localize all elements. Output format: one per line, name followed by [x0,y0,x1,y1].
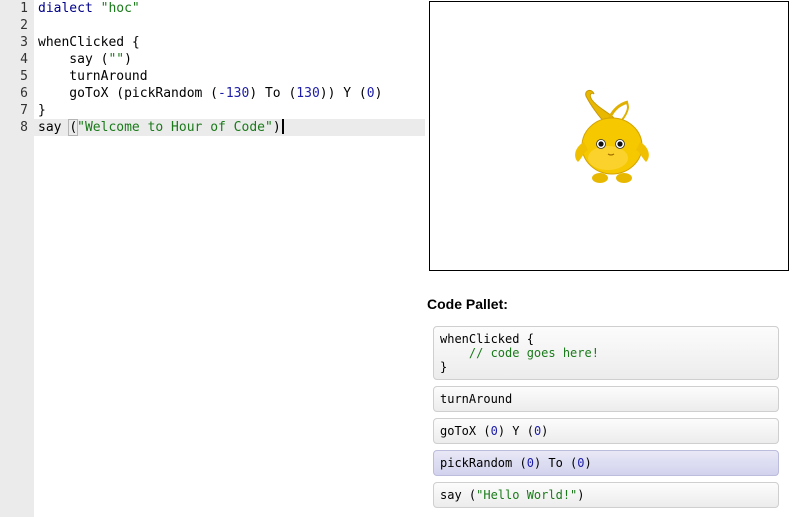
code-token: turnAround [440,392,513,406]
code-line[interactable]: 2 [0,17,425,34]
code-line-text[interactable]: } [38,102,46,119]
line-number: 7 [20,103,28,118]
pallet-code-line: pickRandom (0) To (0) [440,456,772,470]
code-token: 0 [577,456,585,470]
line-number: 4 [20,52,28,67]
pallet-code-line: goToX (0) Y (0) [440,424,772,438]
pallet-code-line: whenClicked { [440,332,772,346]
line-number: 5 [20,69,28,84]
code-line-text[interactable]: dialect "hoc" [38,0,140,17]
code-token: pickRandom ( [440,456,527,470]
code-line[interactable]: 4 say ("") [0,51,425,68]
code-token: goToX ( [440,424,491,438]
line-number: 3 [20,35,28,50]
pallet-block-whenclicked[interactable]: whenClicked { // code goes here!} [433,326,779,380]
code-token: goToX (pickRandom ( [38,86,219,101]
code-token: 0 [490,424,498,438]
line-number: 1 [20,1,28,16]
code-token: )) Y ( [319,86,367,101]
code-lines[interactable]: 1 dialect "hoc" 2 3 whenClicked {4 say ("") 5… [0,0,425,136]
code-token: whenClicked { [38,35,140,50]
code-token: whenClicked { [440,332,534,346]
code-token: ) [577,488,585,502]
code-line[interactable]: 8 say ("Welcome to Hour of Code") [0,119,425,136]
code-line-text[interactable]: say ("Welcome to Hour of Code") [38,119,284,136]
code-token: // code goes here! [440,346,599,360]
code-pallet-title: Code Pallet: [427,296,508,312]
code-token: say ( [38,52,109,67]
code-line-text[interactable]: whenClicked { [38,34,140,51]
code-token: dialect [38,1,101,16]
line-number: 8 [20,120,28,135]
code-token: ) [124,52,132,67]
code-line-text[interactable]: goToX (pickRandom (-130) To (130)) Y (0) [38,85,382,102]
code-line[interactable]: 6 goToX (pickRandom (-130) To (130)) Y (… [0,85,425,102]
code-token: "Welcome to Hour of Code" [77,120,273,135]
code-token: ( [68,119,79,136]
line-number: 6 [20,86,28,101]
yellow-creature-sprite[interactable] [568,86,656,188]
stage-canvas[interactable] [429,1,789,271]
code-line[interactable]: 7} [0,102,425,119]
pallet-code-line: // code goes here! [440,346,772,360]
code-editor[interactable]: 1 dialect "hoc" 2 3 whenClicked {4 say ("") 5… [0,0,425,517]
code-token: 0 [366,86,375,101]
pallet-code-line: turnAround [440,392,772,406]
code-token: 130 [296,86,320,101]
code-token: ) [541,424,549,438]
code-token: "" [108,52,125,67]
code-token: } [38,103,46,118]
code-token: "hoc" [100,1,140,16]
code-token: "Hello World!" [476,488,578,502]
code-token: 0 [526,456,534,470]
code-token: ) [272,120,281,135]
code-line[interactable]: 3 whenClicked { [0,34,425,51]
code-token: ) [584,456,592,470]
pallet-block-turnaround[interactable]: turnAround [433,386,779,412]
code-token: -130 [218,86,250,101]
pallet-block-pickrandom[interactable]: pickRandom (0) To (0) [433,450,779,476]
pallet-block-gotox[interactable]: goToX (0) Y (0) [433,418,779,444]
code-token: say ( [440,488,477,502]
code-line[interactable]: 5 turnAround [0,68,425,85]
code-line-text[interactable]: turnAround [38,68,148,85]
text-caret [281,119,284,134]
code-line[interactable]: 1 dialect "hoc" [0,0,425,17]
code-token: } [440,360,448,374]
code-token: ) Y ( [497,424,534,438]
code-token: say [38,120,70,135]
code-token: turnAround [38,69,148,84]
pallet-block-say[interactable]: say ("Hello World!") [433,482,779,508]
code-token: ) To ( [249,86,297,101]
code-token: ) [374,86,383,101]
pallet-code-line: } [440,360,772,374]
code-line-text[interactable]: say ("") [38,51,132,68]
line-number: 2 [20,18,28,33]
pallet-code-line: say ("Hello World!") [440,488,772,502]
code-token: ) To ( [533,456,578,470]
